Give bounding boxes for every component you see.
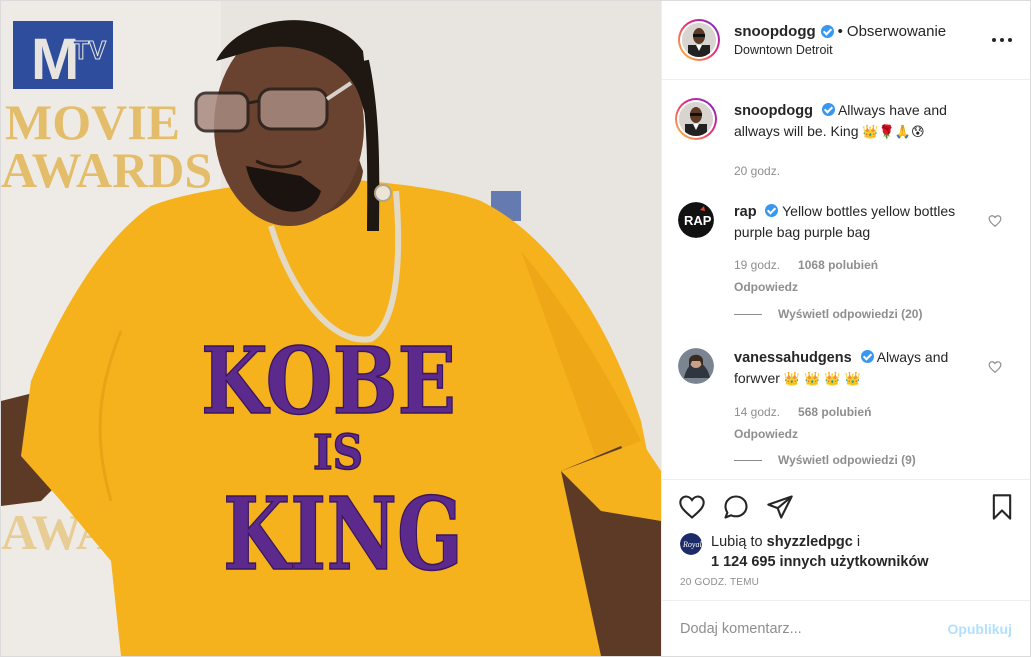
verified-badge-icon bbox=[765, 204, 779, 217]
comment-time[interactable]: 19 godz. bbox=[734, 258, 780, 272]
post-photo[interactable]: M TV MOVIE AWARDS AWARDS bbox=[1, 1, 662, 656]
post-actions: Royals Lubią to shyzzledpgc i 1 124 695 … bbox=[662, 479, 1030, 600]
comment-item: RAP rap Yellow bottles yellow bottles pu… bbox=[678, 202, 1008, 297]
comments-list[interactable]: snoopdogg Allways have and allways will … bbox=[662, 81, 1030, 478]
post-timestamp[interactable]: 20 GODZ. TEMU bbox=[680, 577, 759, 588]
following-button[interactable]: Obserwowanie bbox=[847, 23, 946, 40]
reply-button[interactable]: Odpowiedz bbox=[734, 425, 974, 445]
comment-bubble-icon[interactable] bbox=[722, 493, 750, 521]
commenter-avatar[interactable] bbox=[678, 348, 714, 384]
shirt-text-king: KING bbox=[223, 475, 463, 593]
post-comment-button[interactable]: Opublikuj bbox=[947, 621, 1012, 637]
verified-badge-icon bbox=[860, 350, 874, 363]
view-replies-label[interactable]: Wyświetl odpowiedzi (20) bbox=[778, 307, 922, 321]
header-separator: • bbox=[837, 23, 843, 40]
caption-story-ring[interactable] bbox=[675, 98, 717, 140]
caption-username[interactable]: snoopdogg bbox=[734, 103, 813, 119]
caption-author-avatar[interactable] bbox=[679, 102, 713, 136]
commenter-username[interactable]: vanessahudgens bbox=[734, 350, 852, 366]
likes-summary: Royals Lubią to shyzzledpgc i 1 124 695 … bbox=[680, 532, 929, 572]
share-paper-plane-icon[interactable] bbox=[766, 493, 794, 521]
like-comment-heart-icon[interactable] bbox=[988, 360, 1002, 374]
likes-others-count[interactable]: 1 124 695 innych użytkowników bbox=[711, 554, 929, 570]
more-options-icon[interactable] bbox=[992, 32, 1012, 48]
shirt-text-is: IS bbox=[313, 425, 363, 481]
comment-emojis: 👑 👑 👑 👑 bbox=[783, 371, 861, 387]
commenter-username[interactable]: rap bbox=[734, 204, 757, 220]
backdrop-text-awards: AWARDS bbox=[1, 142, 212, 198]
verified-badge-icon bbox=[820, 25, 834, 38]
instagram-post: M TV MOVIE AWARDS AWARDS bbox=[0, 0, 1031, 657]
view-replies-divider bbox=[734, 313, 762, 315]
story-ring[interactable] bbox=[678, 19, 720, 61]
liker-username[interactable]: shyzzledpgc bbox=[767, 534, 853, 550]
add-comment-input[interactable] bbox=[680, 620, 948, 637]
shirt-text-kobe: KOBE bbox=[201, 327, 456, 435]
post-header: snoopdogg • Obserwowanie Downtown Detroi… bbox=[662, 1, 1030, 80]
caption-time[interactable]: 20 godz. bbox=[734, 164, 780, 178]
view-replies-label[interactable]: Wyświetl odpowiedzi (9) bbox=[778, 453, 916, 467]
view-replies-divider bbox=[734, 459, 762, 461]
post-sidebar: snoopdogg • Obserwowanie Downtown Detroi… bbox=[662, 1, 1030, 656]
likes-conjunction: i bbox=[856, 534, 861, 550]
like-heart-icon[interactable] bbox=[678, 493, 706, 521]
caption: snoopdogg Allways have and allways will … bbox=[675, 98, 1008, 182]
author-username[interactable]: snoopdogg bbox=[734, 23, 816, 40]
author-avatar[interactable] bbox=[682, 23, 716, 57]
caption-emojis: 👑🌹🙏😰 bbox=[862, 124, 925, 140]
like-comment-heart-icon[interactable] bbox=[988, 214, 1002, 228]
mtv-logo: M TV bbox=[13, 21, 113, 92]
svg-text:RAP: RAP bbox=[684, 213, 712, 228]
comment-likes-count[interactable]: 568 polubień bbox=[798, 405, 871, 419]
likes-prefix: Lubią to bbox=[711, 534, 763, 550]
view-replies-button[interactable]: Wyświetl odpowiedzi (20) bbox=[734, 307, 922, 321]
view-replies-button[interactable]: Wyświetl odpowiedzi (9) bbox=[734, 453, 916, 467]
liker-avatar[interactable]: Royals bbox=[680, 533, 702, 555]
post-image: M TV MOVIE AWARDS AWARDS bbox=[1, 1, 661, 656]
commenter-avatar[interactable]: RAP bbox=[678, 202, 714, 238]
verified-badge-icon bbox=[821, 103, 835, 116]
reply-button[interactable]: Odpowiedz bbox=[734, 278, 974, 298]
comment-likes-count[interactable]: 1068 polubień bbox=[798, 258, 878, 272]
svg-text:Royals: Royals bbox=[682, 540, 702, 549]
svg-text:TV: TV bbox=[73, 35, 107, 65]
comment-item: vanessahudgens Always and forwver 👑 👑 👑 … bbox=[678, 348, 1008, 444]
add-comment-bar: Opublikuj bbox=[662, 600, 1030, 656]
post-location[interactable]: Downtown Detroit bbox=[734, 43, 946, 57]
save-bookmark-icon[interactable] bbox=[988, 493, 1016, 521]
comment-time[interactable]: 14 godz. bbox=[734, 405, 780, 419]
